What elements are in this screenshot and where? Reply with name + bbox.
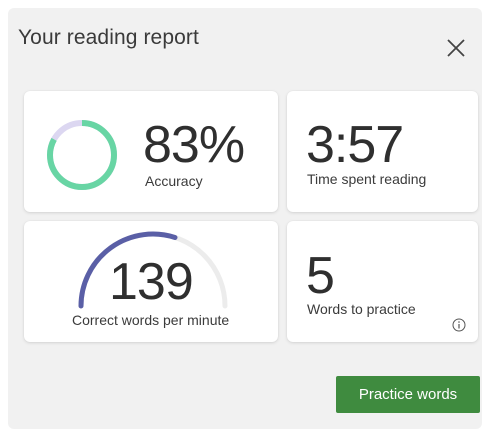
time-label: Time spent reading: [307, 171, 427, 187]
time-card: 3:57 Time spent reading: [287, 91, 478, 212]
words-value: 5: [306, 247, 335, 305]
close-icon[interactable]: [445, 37, 467, 59]
practice-words-button[interactable]: Practice words: [336, 376, 480, 413]
words-card: 5 Words to practice: [287, 221, 478, 342]
accuracy-ring: [47, 120, 117, 190]
wpm-card: 139 Correct words per minute: [24, 221, 278, 342]
accuracy-label: Accuracy: [145, 173, 203, 189]
dialog-title: Your reading report: [18, 26, 199, 49]
accuracy-value: 83%: [143, 116, 245, 174]
accuracy-card: 83% Accuracy: [24, 91, 278, 212]
time-value: 3:57: [306, 116, 404, 174]
wpm-label: Correct words per minute: [72, 312, 230, 328]
wpm-value: 139: [109, 253, 194, 311]
reading-report-dialog: [8, 8, 482, 429]
words-label: Words to practice: [307, 301, 416, 317]
info-icon[interactable]: [452, 318, 466, 332]
